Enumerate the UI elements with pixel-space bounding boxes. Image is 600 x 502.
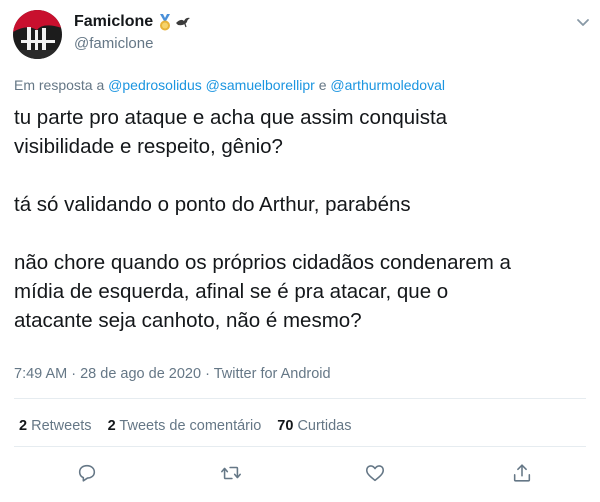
user-handle[interactable]: @famiclone — [74, 35, 153, 52]
tweet-time[interactable]: 7:49 AM — [14, 366, 67, 382]
meta-separator: · — [71, 366, 77, 382]
tweet-text: tu parte pro ataque e acha que assim con… — [14, 103, 589, 335]
likes-label: Curtidas — [297, 418, 352, 434]
mention-link[interactable]: @pedrosolidus — [108, 77, 202, 93]
like-icon[interactable] — [364, 462, 386, 484]
tweet-card: Famiclone @famiclone Em resposta a @pedr… — [0, 0, 600, 502]
tweet-line: tu parte pro ataque e acha que assim con… — [14, 106, 448, 129]
reply-prefix: Em resposta a — [14, 77, 105, 93]
comments-stat[interactable]: 2 Tweets de comentário — [108, 418, 262, 434]
tweet-line: atacante seja canhoto, não é mesmo? — [14, 309, 362, 332]
reply-icon[interactable] — [76, 462, 98, 484]
comments-count: 2 — [107, 418, 116, 434]
tweet-line: não chore quando os próprios cidadãos co… — [14, 251, 511, 274]
chevron-down-icon[interactable] — [575, 14, 591, 30]
mention-link[interactable]: @arthurmoledoval — [330, 77, 445, 93]
divider — [14, 446, 586, 447]
reply-conjunction: e — [318, 77, 327, 93]
display-name-text[interactable]: Famiclone — [74, 13, 153, 31]
tweet-line: visibilidade e respeito, gênio? — [14, 135, 283, 158]
retweets-stat[interactable]: 2 Retweets — [19, 418, 92, 434]
medal-icon — [160, 13, 171, 30]
tweet-line: mídia de esquerda, afinal se é pra ataca… — [14, 280, 449, 303]
retweets-label: Retweets — [31, 418, 92, 434]
avatar[interactable] — [13, 10, 62, 59]
tweet-stats: 2 Retweets 2 Tweets de comentário 70 Cur… — [19, 418, 351, 434]
retweets-count: 2 — [19, 418, 28, 434]
share-icon[interactable] — [511, 462, 533, 484]
bird-icon — [176, 17, 191, 28]
display-name[interactable]: Famiclone — [74, 13, 191, 31]
tweet-line: tá só validando o ponto do Arthur, parab… — [14, 193, 411, 216]
likes-count: 70 — [277, 418, 294, 434]
tweet-date[interactable]: 28 de ago de 2020 — [80, 366, 201, 382]
profile-badges — [158, 13, 191, 31]
mention-link[interactable]: @samuelborellipr — [206, 77, 315, 93]
tweet-meta: 7:49 AM · 28 de ago de 2020 · Twitter fo… — [14, 366, 331, 382]
comments-label: Tweets de comentário — [119, 418, 262, 434]
reply-context: Em resposta a @pedrosolidus @samuelborel… — [14, 77, 445, 93]
meta-separator: · — [205, 366, 210, 382]
retweet-icon[interactable] — [220, 462, 242, 484]
divider — [14, 398, 586, 399]
likes-stat[interactable]: 70 Curtidas — [277, 418, 351, 434]
tweet-source[interactable]: Twitter for Android — [214, 366, 331, 382]
